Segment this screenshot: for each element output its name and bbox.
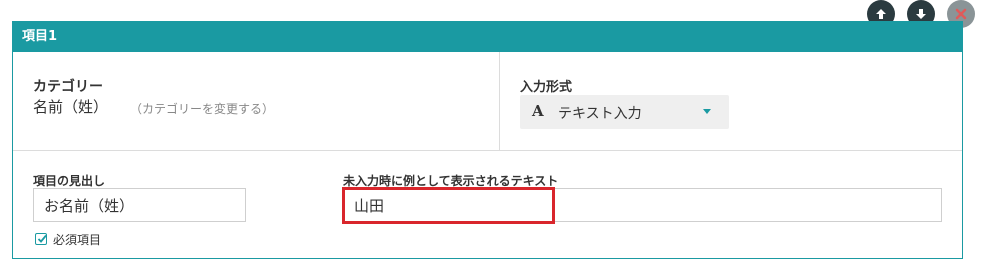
close-icon — [955, 8, 967, 20]
placeholder-text-input[interactable] — [343, 188, 942, 222]
arrow-down-icon — [916, 9, 926, 19]
heading-field-label: 項目の見出し — [33, 174, 106, 188]
change-category-link[interactable]: （カテゴリーを変更する） — [130, 100, 274, 117]
category-label: カテゴリー — [33, 79, 103, 95]
checkbox-checked-icon — [35, 233, 47, 245]
placeholder-field-label: 未入力時に例として表示されるテキスト — [343, 174, 559, 188]
arrow-up-icon — [876, 9, 886, 19]
category-value: 名前（姓） — [33, 98, 109, 116]
input-type-label: 入力形式 — [520, 80, 573, 95]
heading-input[interactable] — [33, 188, 246, 222]
chevron-down-icon — [703, 109, 711, 114]
item-panel: 項目1 — [12, 21, 963, 259]
required-label: 必須項目 — [53, 232, 102, 247]
input-type-select[interactable]: A テキスト入力 — [520, 95, 729, 129]
row-divider — [13, 150, 962, 151]
required-checkbox[interactable]: 必須項目 — [35, 230, 101, 248]
text-format-icon: A — [532, 102, 544, 120]
panel-title: 項目1 — [13, 22, 962, 52]
column-divider — [499, 52, 500, 150]
input-type-selected: テキスト入力 — [558, 106, 642, 122]
